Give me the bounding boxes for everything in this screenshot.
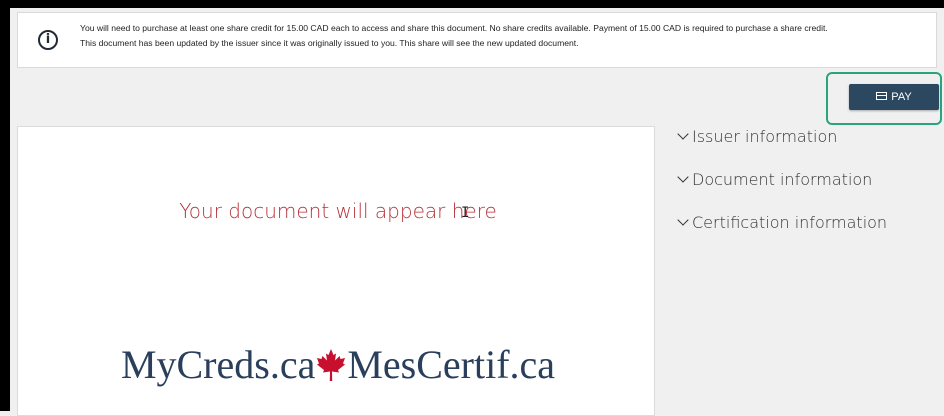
document-preview-panel: Your document will appear here MyCreds.c… <box>17 126 655 416</box>
window-frame-top <box>0 0 944 8</box>
window-frame-left <box>0 0 10 411</box>
accordion-item-issuer[interactable]: Issuer information <box>677 126 938 169</box>
notice-line-2: This document has been updated by the is… <box>80 38 579 48</box>
pay-button-label: PAY <box>891 91 912 103</box>
brand-logo: MyCreds.ca MesCertif.ca <box>18 341 658 388</box>
accordion-item-document[interactable]: Document information <box>677 169 938 212</box>
chevron-down-icon <box>677 128 689 140</box>
text-cursor-icon: I <box>461 205 470 221</box>
chevron-down-icon <box>677 214 689 226</box>
accordion-item-certification[interactable]: Certification information <box>677 212 938 255</box>
notice-banner: i You will need to purchase at least one… <box>17 12 937 68</box>
info-circle-icon: i <box>38 30 58 50</box>
chevron-down-icon <box>677 171 689 183</box>
brand-left: MyCreds.ca <box>120 342 316 387</box>
notice-text: You will need to purchase at least one s… <box>80 21 930 51</box>
document-placeholder-text: Your document will appear here <box>179 199 497 223</box>
notice-line-1: You will need to purchase at least one s… <box>80 23 828 33</box>
info-accordion: Issuer information Document information … <box>677 126 938 255</box>
accordion-item-label: Certification information <box>692 213 888 232</box>
maple-leaf-icon <box>317 349 346 381</box>
accordion-item-label: Document information <box>692 170 873 189</box>
accordion-item-label: Issuer information <box>692 127 838 146</box>
brand-right: MesCertif.ca <box>347 342 556 387</box>
pay-button[interactable]: PAY <box>849 84 939 110</box>
credit-card-icon <box>876 92 888 101</box>
